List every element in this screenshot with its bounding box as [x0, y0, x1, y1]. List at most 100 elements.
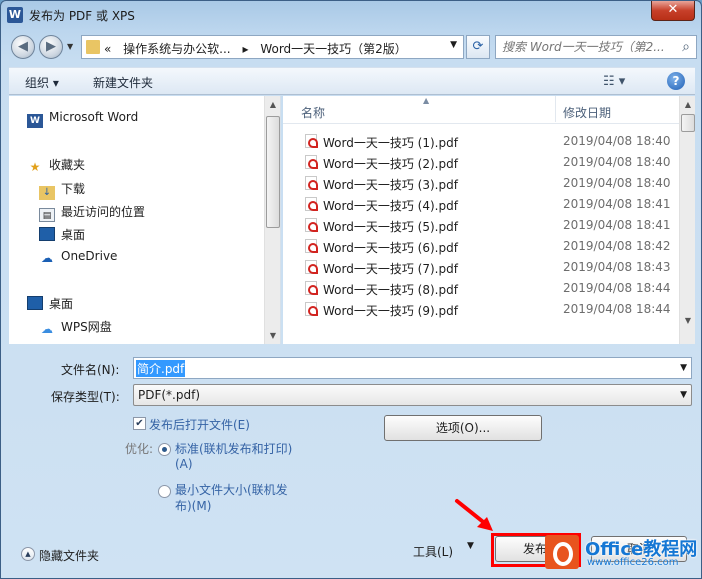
- scroll-up-icon[interactable]: ▲: [680, 96, 695, 113]
- tools-button[interactable]: 工具(L): [413, 543, 453, 560]
- publish-dialog: W 发布为 PDF 或 XPS ✕ ◀ ▶ ▼ « 操作系统与办公软... ▸ …: [0, 0, 702, 579]
- navigation-bar: ◀ ▶ ▼ « 操作系统与办公软... ▸ Word一天一技巧（第2版） ▼ ⟳…: [1, 31, 701, 63]
- scroll-down-icon[interactable]: ▼: [265, 327, 280, 344]
- office-watermark-logo: Office教程网 www.office26.com: [541, 531, 701, 575]
- organize-button[interactable]: 组织 ▾: [25, 74, 59, 91]
- pdf-file-icon: [305, 176, 318, 190]
- sort-ascending-icon: ▲: [423, 96, 430, 105]
- column-divider[interactable]: [555, 96, 556, 122]
- change-view-icon[interactable]: ☷ ▾: [603, 74, 625, 89]
- file-name: Word一天一技巧 (8).pdf: [323, 283, 458, 297]
- open-after-publish-checkbox[interactable]: ✔: [133, 417, 146, 430]
- scroll-thumb[interactable]: [681, 114, 695, 132]
- file-date: 2019/04/08 18:40: [563, 134, 671, 148]
- new-folder-button[interactable]: 新建文件夹: [93, 74, 153, 91]
- help-icon[interactable]: ?: [667, 72, 685, 90]
- file-list-header: ▲ 名称 修改日期: [283, 96, 679, 124]
- nav-item-favorites[interactable]: ★ 收藏夹: [27, 156, 85, 176]
- file-row[interactable]: Word一天一技巧 (9).pdf 2019/04/08 18:44: [283, 299, 679, 320]
- save-type-select[interactable]: PDF(*.pdf) ▼: [133, 384, 692, 406]
- file-date: 2019/04/08 18:44: [563, 281, 671, 295]
- filename-value: 简介.pdf: [136, 360, 186, 377]
- open-after-publish-label[interactable]: 发布后打开文件(E): [149, 416, 250, 433]
- onedrive-icon: ☁: [41, 251, 53, 265]
- watermark-url: www.office26.com: [587, 557, 679, 568]
- word-app-icon: W: [7, 7, 23, 23]
- column-date-modified[interactable]: 修改日期: [563, 104, 611, 121]
- file-name: Word一天一技巧 (4).pdf: [323, 199, 458, 213]
- optimize-standard-label[interactable]: 标准(联机发布和打印): [175, 440, 292, 457]
- filename-label: 文件名(N):: [61, 363, 120, 377]
- optimize-minimum-label[interactable]: 最小文件大小(联机发: [175, 481, 288, 498]
- chevron-down-icon[interactable]: ▼: [680, 390, 687, 400]
- chevron-down-icon[interactable]: ▼: [680, 363, 687, 373]
- office-logo-icon: [545, 535, 579, 569]
- scroll-thumb[interactable]: [266, 116, 280, 228]
- word-icon: W: [27, 114, 43, 128]
- nav-item-microsoft-word[interactable]: W Microsoft Word: [27, 110, 138, 130]
- breadcrumb-segment[interactable]: Word一天一技巧（第2版）: [260, 42, 406, 56]
- file-list-scrollbar[interactable]: ▲ ▼: [679, 96, 695, 344]
- nav-item-wps-drive[interactable]: ☁ WPS网盘: [39, 318, 112, 338]
- red-arrow-annotation: [455, 499, 493, 531]
- file-row[interactable]: Word一天一技巧 (1).pdf 2019/04/08 18:40: [283, 131, 679, 152]
- optimize-standard-radio[interactable]: [158, 443, 171, 456]
- back-button[interactable]: ◀: [11, 35, 35, 59]
- file-name: Word一天一技巧 (2).pdf: [323, 157, 458, 171]
- scroll-up-icon[interactable]: ▲: [265, 96, 280, 113]
- search-input[interactable]: [502, 36, 678, 58]
- file-date: 2019/04/08 18:41: [563, 197, 671, 211]
- pdf-file-icon: [305, 134, 318, 148]
- breadcrumb-overflow[interactable]: «: [104, 42, 111, 56]
- recent-pages-dropdown[interactable]: ▼: [67, 42, 73, 51]
- nav-item-recent-places[interactable]: ▤ 最近访问的位置: [39, 203, 145, 223]
- breadcrumb-separator-icon[interactable]: ▸: [242, 42, 248, 56]
- address-bar[interactable]: « 操作系统与办公软... ▸ Word一天一技巧（第2版） ▼: [81, 35, 464, 59]
- pdf-file-icon: [305, 302, 318, 316]
- pdf-file-icon: [305, 218, 318, 232]
- desktop-icon: [27, 296, 43, 310]
- options-button[interactable]: 选项(O)...: [384, 415, 542, 441]
- file-list: ▲ 名称 修改日期 Word一天一技巧 (1).pdf 2019/04/08 1…: [283, 96, 695, 344]
- file-row[interactable]: Word一天一技巧 (4).pdf 2019/04/08 18:41: [283, 194, 679, 215]
- optimize-standard-label-line2[interactable]: (A): [175, 457, 193, 471]
- pdf-file-icon: [305, 197, 318, 211]
- pdf-file-icon: [305, 281, 318, 295]
- pdf-file-icon: [305, 239, 318, 253]
- search-box[interactable]: ⌕: [495, 35, 697, 59]
- tools-dropdown-icon[interactable]: ▼: [467, 541, 474, 551]
- collapse-up-icon[interactable]: ▲: [21, 547, 35, 561]
- address-dropdown-icon[interactable]: ▼: [450, 40, 457, 50]
- nav-item-onedrive[interactable]: ☁ OneDrive: [39, 249, 117, 269]
- column-name[interactable]: 名称: [301, 104, 325, 121]
- file-row[interactable]: Word一天一技巧 (3).pdf 2019/04/08 18:40: [283, 173, 679, 194]
- pdf-file-icon: [305, 155, 318, 169]
- optimize-minimum-radio[interactable]: [158, 485, 171, 498]
- file-name: Word一天一技巧 (6).pdf: [323, 241, 458, 255]
- nav-item-downloads[interactable]: ↓ 下载: [39, 180, 85, 200]
- scroll-down-icon[interactable]: ▼: [680, 312, 695, 329]
- file-row[interactable]: Word一天一技巧 (5).pdf 2019/04/08 18:41: [283, 215, 679, 236]
- file-name: Word一天一技巧 (7).pdf: [323, 262, 458, 276]
- optimize-label: 优化:: [125, 442, 154, 456]
- recent-places-icon: ▤: [39, 208, 55, 222]
- file-row[interactable]: Word一天一技巧 (7).pdf 2019/04/08 18:43: [283, 257, 679, 278]
- search-icon[interactable]: ⌕: [682, 39, 690, 55]
- nav-item-desktop-fav[interactable]: 桌面: [39, 226, 85, 246]
- file-date: 2019/04/08 18:42: [563, 239, 671, 253]
- window-title: 发布为 PDF 或 XPS: [29, 9, 135, 23]
- hide-folders-button[interactable]: 隐藏文件夹: [39, 547, 99, 564]
- file-row[interactable]: Word一天一技巧 (8).pdf 2019/04/08 18:44: [283, 278, 679, 299]
- refresh-button[interactable]: ⟳: [466, 35, 490, 59]
- pdf-file-icon: [305, 260, 318, 274]
- filename-input[interactable]: 简介.pdf ▼: [133, 357, 692, 379]
- file-row[interactable]: Word一天一技巧 (2).pdf 2019/04/08 18:40: [283, 152, 679, 173]
- nav-pane-scrollbar[interactable]: ▲ ▼: [264, 96, 280, 344]
- breadcrumb-segment[interactable]: 操作系统与办公软...: [123, 42, 230, 56]
- forward-button[interactable]: ▶: [39, 35, 63, 59]
- close-button[interactable]: ✕: [651, 1, 695, 21]
- optimize-minimum-label-line2[interactable]: 布)(M): [175, 497, 211, 514]
- file-date: 2019/04/08 18:43: [563, 260, 671, 274]
- file-row[interactable]: Word一天一技巧 (6).pdf 2019/04/08 18:42: [283, 236, 679, 257]
- nav-item-desktop[interactable]: 桌面: [27, 295, 73, 315]
